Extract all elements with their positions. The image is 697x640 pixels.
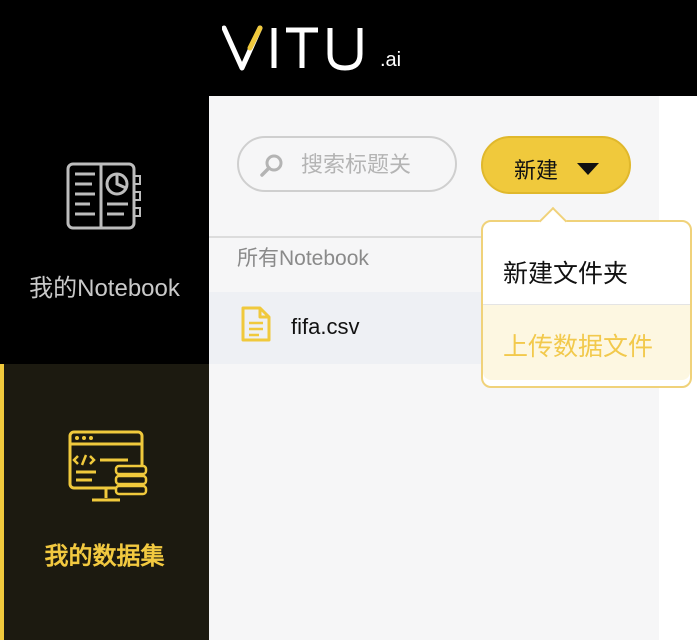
- top-bar: .ai: [0, 0, 697, 96]
- file-icon: [241, 306, 271, 346]
- logo-wordmark-icon: [222, 25, 363, 71]
- menu-item-label: 上传数据文件: [503, 332, 654, 361]
- menu-item-upload-data-file[interactable]: 上传数据文件: [483, 305, 690, 380]
- vitu-logo[interactable]: .ai: [222, 24, 401, 74]
- sidebar: 我的Notebook 我的数据集: [0, 96, 209, 640]
- menu-item-label: 新建文件夹: [503, 259, 629, 288]
- search-box[interactable]: [237, 136, 457, 192]
- file-name: fifa.csv: [291, 314, 360, 339]
- sidebar-item-label: 我的Notebook: [29, 275, 180, 302]
- new-button[interactable]: 新建: [481, 136, 631, 194]
- notebook-icon: [64, 158, 144, 238]
- section-title: 所有Notebook: [237, 247, 369, 270]
- caret-down-icon: [576, 161, 600, 180]
- dataset-icon: [66, 428, 152, 512]
- logo-suffix: .ai: [380, 49, 402, 71]
- new-dropdown-menu: 新建文件夹 上传数据文件: [481, 206, 692, 388]
- sidebar-item-dataset[interactable]: 我的数据集: [0, 364, 209, 640]
- sidebar-item-label: 我的数据集: [44, 542, 165, 570]
- new-button-label: 新建: [514, 159, 559, 184]
- menu-item-new-folder[interactable]: 新建文件夹: [483, 228, 690, 308]
- sidebar-item-notebook[interactable]: 我的Notebook: [0, 96, 209, 364]
- search-icon: [259, 153, 285, 183]
- search-input[interactable]: [299, 150, 453, 180]
